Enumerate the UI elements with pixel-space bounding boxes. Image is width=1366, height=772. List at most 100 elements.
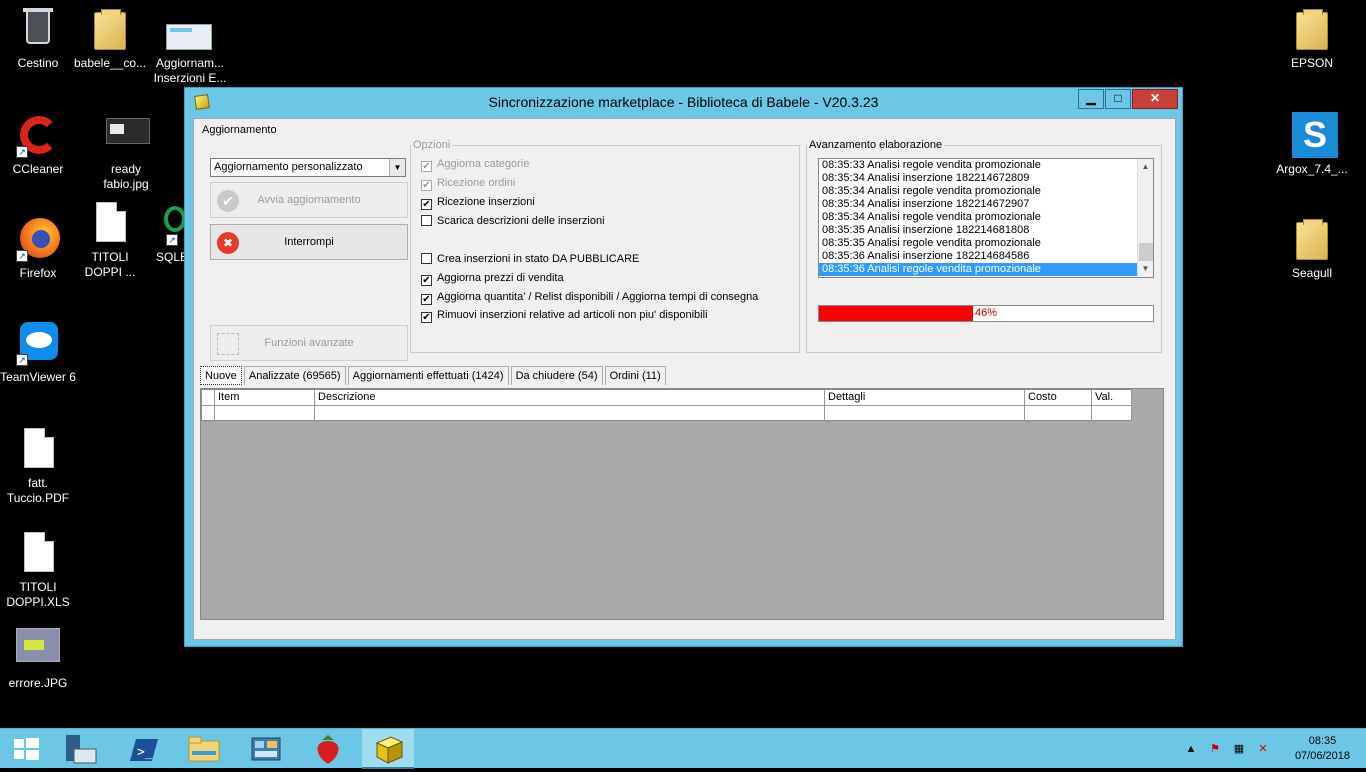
progress-log-list[interactable]: 08:35:33 Analisi regole vendita promozio… <box>818 158 1154 278</box>
log-line: 08:35:33 Analisi regole vendita promozio… <box>822 159 1041 171</box>
server-manager-button[interactable] <box>54 729 106 769</box>
control-panel-button[interactable] <box>240 729 292 769</box>
checkbox-crea-inserzioni[interactable]: Crea inserzioni in stato DA PUBBLICARE <box>421 251 639 267</box>
checkbox-label: Scarica descrizioni delle inserzioni <box>437 215 605 227</box>
start-update-button[interactable]: ✔ Avvia aggiornamento <box>210 182 408 218</box>
desktop-icon-aggiornamento-screenshot[interactable]: Aggiornam... Inserzioni E... <box>152 6 228 86</box>
icon-label: Argox_7.4_... <box>1276 162 1348 176</box>
desktop-icon-argox[interactable]: S Argox_7.4_... <box>1274 112 1350 177</box>
checkbox-label: Aggiorna quantita' / Relist disponibili … <box>437 291 759 303</box>
tab-ordini[interactable]: Ordini (11) <box>604 366 666 385</box>
icon-label: errore.JPG <box>8 676 68 690</box>
sql-icon: ↗ <box>140 204 186 250</box>
strawberry-app-button[interactable] <box>302 729 354 769</box>
show-hidden-icons-icon[interactable]: ▲ <box>1183 741 1199 757</box>
window-client-area: Aggiornamento Aggiornamento personalizza… <box>193 118 1176 640</box>
column-header-dettagli[interactable]: Dettagli <box>825 390 1025 406</box>
powershell-icon: >_ <box>130 739 158 761</box>
update-type-select[interactable]: Aggiornamento personalizzato ▼ <box>210 158 406 177</box>
desktop-icon-babele-folder[interactable]: babele__co... <box>72 6 148 71</box>
stop-button[interactable]: ✖ Interrompi <box>210 224 408 260</box>
shortcut-arrow-icon: ↗ <box>16 354 28 366</box>
column-header-descrizione[interactable]: Descrizione <box>315 390 825 406</box>
tab-analizzate[interactable]: Analizzate (69565) <box>243 366 346 385</box>
icon-label: EPSON <box>1290 56 1333 70</box>
tab-nuove[interactable]: Nuove <box>200 366 242 385</box>
log-line: 08:35:35 Analisi inserzione 182214681808 <box>822 224 1030 236</box>
file-explorer-button[interactable] <box>178 729 230 769</box>
items-grid[interactable]: Item Descrizione Dettagli Costo Val. <box>201 389 1132 421</box>
chevron-down-icon[interactable]: ▼ <box>389 159 405 176</box>
checkbox-aggiorna-quantita[interactable]: ✔ Aggiorna quantita' / Relist disponibili… <box>421 289 758 305</box>
column-header-val[interactable]: Val. <box>1092 390 1132 406</box>
desktop-icon-seagull[interactable]: Seagull <box>1274 216 1350 281</box>
checkbox-aggiorna-categorie[interactable]: ✔ Aggiorna categorie <box>421 156 529 172</box>
checkbox-label: Aggiorna prezzi di vendita <box>437 272 564 284</box>
tab-aggiornamenti-effettuati[interactable]: Aggiornamenti effettuati (1424) <box>347 366 509 385</box>
powershell-button[interactable]: >_ <box>116 729 168 769</box>
clock-time: 08:35 <box>1308 735 1337 747</box>
checkbox-ricezione-ordini[interactable]: ✔ Ricezione ordini <box>421 175 515 191</box>
advanced-functions-button[interactable]: Funzioni avanzate <box>210 325 408 361</box>
icon-label: Aggiornam... Inserzioni E... <box>153 56 227 85</box>
scroll-up-icon[interactable]: ▲ <box>1138 159 1153 175</box>
desktop-icon-epson[interactable]: EPSON <box>1274 6 1350 71</box>
grid-area: Item Descrizione Dettagli Costo Val. <box>200 388 1164 620</box>
action-center-warning-icon[interactable]: ⚑ <box>1207 741 1223 757</box>
desktop-icon-ready-fabio[interactable]: ready fabio.jpg <box>88 112 164 192</box>
desktop-icon-sqlb[interactable]: ↗ SQLB <box>140 204 186 265</box>
taskbar: >_ ▲ ⚑ ▦ ✕ 08:35 07/06/2018 <box>0 728 1366 769</box>
start-icon <box>14 738 39 760</box>
desktop-icon-teamviewer[interactable]: ↗ TeamViewer 6 <box>0 320 76 385</box>
desktop-icon-titoli-doppi[interactable]: TITOLI DOPPI ... <box>72 200 148 280</box>
checkmark-icon: ✔ <box>217 190 239 212</box>
folder-icon <box>88 6 132 52</box>
checkbox-label: Ricezione inserzioni <box>437 196 535 208</box>
column-header-item[interactable]: Item <box>215 390 315 406</box>
checkbox-unchecked-icon <box>421 215 432 226</box>
start-button[interactable] <box>0 729 52 769</box>
desktop-icon-titoli-doppi-xls[interactable]: TITOLI DOPPI.XLS <box>0 530 76 610</box>
minimize-button[interactable]: ▁ <box>1078 89 1104 109</box>
desktop-icon-errore[interactable]: errore.JPG <box>0 626 76 691</box>
babele-app-button[interactable] <box>362 729 414 769</box>
control-panel-icon <box>251 737 281 761</box>
desktop-icon-cestino[interactable]: Cestino <box>0 6 76 71</box>
strawberry-icon <box>317 735 339 764</box>
table-row[interactable] <box>202 406 1132 421</box>
icon-label: TITOLI DOPPI ... <box>84 250 136 279</box>
taskbar-clock[interactable]: 08:35 07/06/2018 <box>1295 734 1350 764</box>
network-icon[interactable]: ▦ <box>1231 741 1247 757</box>
scroll-thumb[interactable] <box>1139 243 1153 261</box>
desktop-icon-ccleaner[interactable]: ↗ CCleaner <box>0 112 76 177</box>
aggiornamento-legend: Aggiornamento <box>202 124 277 136</box>
checkbox-checked-icon: ✔ <box>421 312 432 323</box>
maximize-button[interactable]: □ <box>1105 89 1131 109</box>
checkbox-scarica-descrizioni[interactable]: Scarica descrizioni delle inserzioni <box>421 213 605 229</box>
folder-icon <box>1290 216 1334 262</box>
grid-cell <box>1025 406 1092 421</box>
start-update-label: Avvia aggiornamento <box>257 194 361 206</box>
results-tabs: Nuove Analizzate (69565) Aggiornamenti e… <box>200 366 666 386</box>
volume-muted-icon[interactable]: ✕ <box>1255 741 1271 757</box>
log-line: 08:35:34 Analisi inserzione 182214672809 <box>822 172 1030 184</box>
image-file-icon <box>16 626 60 672</box>
scroll-down-icon[interactable]: ▼ <box>1138 261 1153 277</box>
teamviewer-icon: ↗ <box>16 320 60 366</box>
checkbox-aggiorna-prezzi[interactable]: ✔ Aggiorna prezzi di vendita <box>421 270 564 286</box>
document-icon <box>16 530 60 576</box>
title-bar[interactable]: Sincronizzazione marketplace - Bibliotec… <box>185 88 1182 117</box>
desktop-icon-firefox[interactable]: ↗ Firefox <box>0 216 76 281</box>
document-icon <box>88 200 132 246</box>
checkbox-rimuovi-inserzioni[interactable]: ✔ Rimuovi inserzioni relative ad articoli… <box>421 307 708 323</box>
log-line: 08:35:35 Analisi regole vendita promozio… <box>822 237 1041 249</box>
desktop-icon-fatt-tuccio[interactable]: fatt. Tuccio.PDF <box>0 426 76 506</box>
tab-da-chiudere[interactable]: Da chiudere (54) <box>510 366 603 385</box>
icon-label: Seagull <box>1291 266 1333 280</box>
checkbox-ricezione-inserzioni[interactable]: ✔ Ricezione inserzioni <box>421 194 535 210</box>
screenshot-icon <box>166 6 212 52</box>
image-file-icon <box>104 112 150 158</box>
column-header-costo[interactable]: Costo <box>1025 390 1092 406</box>
log-scrollbar[interactable]: ▲ ▼ <box>1137 159 1153 277</box>
close-button[interactable]: ✕ <box>1132 89 1178 109</box>
